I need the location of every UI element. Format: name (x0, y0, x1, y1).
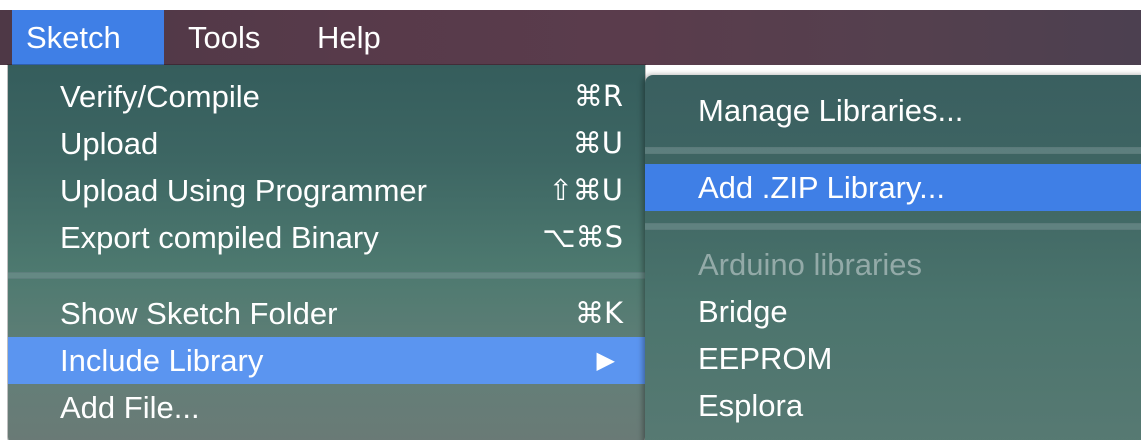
menu-item-label: Upload Using Programmer (60, 173, 427, 208)
include-library-submenu: Manage Libraries... Add .ZIP Library... … (645, 75, 1141, 440)
menu-item-label: Show Sketch Folder (60, 296, 338, 331)
submenu-arrow-icon: ▶ (596, 346, 615, 374)
submenu-separator (645, 147, 1141, 154)
submenu-item-label: Add .ZIP Library... (698, 170, 945, 205)
submenu-section-header: Arduino libraries (645, 241, 1141, 288)
menu-bar: Sketch Tools Help (0, 10, 1141, 65)
submenu-item-library-bridge[interactable]: Bridge (645, 288, 1141, 335)
menu-item-export-compiled-binary[interactable]: Export compiled Binary ⌥⌘S (8, 214, 645, 261)
library-label: Esplora (698, 388, 804, 423)
menu-help[interactable]: Help (303, 10, 395, 65)
library-label: EEPROM (698, 341, 833, 376)
menu-item-verify-compile[interactable]: Verify/Compile ⌘R (8, 73, 645, 120)
menu-item-add-file[interactable]: Add File... (8, 384, 645, 431)
menu-tools-label: Tools (188, 20, 261, 55)
shortcut-label: ⌘R (573, 79, 623, 113)
library-label: Bridge (698, 294, 788, 329)
menu-help-label: Help (317, 20, 381, 55)
shortcut-label: ⌘K (574, 296, 623, 330)
submenu-item-manage-libraries[interactable]: Manage Libraries... (645, 87, 1141, 134)
menu-item-show-sketch-folder[interactable]: Show Sketch Folder ⌘K (8, 290, 645, 337)
screen: Sketch Tools Help Verify/Compile ⌘R Uplo… (0, 0, 1141, 440)
shortcut-label: ⌘U (572, 126, 623, 160)
submenu-item-label: Manage Libraries... (698, 93, 964, 128)
menu-sketch[interactable]: Sketch (12, 10, 164, 65)
menu-item-upload-using-programmer[interactable]: Upload Using Programmer ⇧⌘U (8, 167, 645, 214)
submenu-separator (645, 223, 1141, 230)
shortcut-label: ⇧⌘U (548, 173, 623, 207)
shortcut-label: ⌥⌘S (542, 220, 623, 254)
menu-tools[interactable]: Tools (174, 10, 274, 65)
submenu-item-library-eeprom[interactable]: EEPROM (645, 335, 1141, 382)
sketch-dropdown-menu: Verify/Compile ⌘R Upload ⌘U Upload Using… (8, 65, 645, 440)
section-header-label: Arduino libraries (698, 247, 922, 282)
submenu-item-library-esplora[interactable]: Esplora (645, 382, 1141, 429)
menu-item-upload[interactable]: Upload ⌘U (8, 120, 645, 167)
menu-item-include-library[interactable]: Include Library ▶ (8, 337, 645, 384)
menu-item-label: Upload (60, 126, 159, 161)
menu-separator (8, 272, 645, 279)
menu-item-label: Include Library (60, 343, 264, 378)
menu-item-label: Add File... (60, 390, 200, 425)
menu-item-label: Verify/Compile (60, 79, 260, 114)
menu-sketch-label: Sketch (26, 20, 121, 55)
menu-item-label: Export compiled Binary (60, 220, 379, 255)
submenu-item-add-zip-library[interactable]: Add .ZIP Library... (645, 164, 1141, 211)
